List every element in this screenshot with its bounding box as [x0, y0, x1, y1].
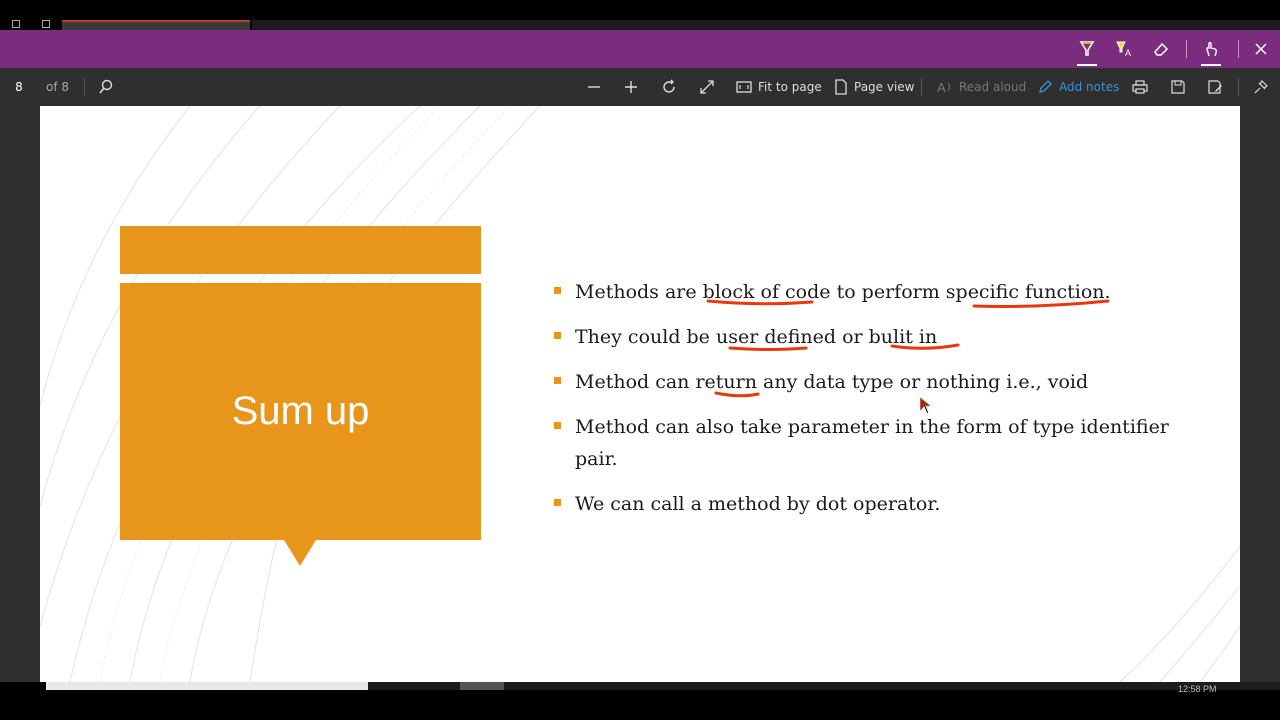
read-aloud-icon: A	[937, 80, 950, 95]
bullet-item: Method can also take parameter in the fo…	[552, 411, 1192, 475]
bullet-list: Methods are block of code to perform spe…	[552, 276, 1192, 533]
bullet-text: Method can also take parameter in the fo…	[575, 416, 1169, 470]
zoom-out-icon[interactable]	[586, 68, 602, 106]
page-view-button[interactable]: Page view	[834, 68, 915, 106]
tab-active-pdf[interactable]	[62, 20, 250, 30]
title-callout-pointer	[284, 540, 316, 566]
bullet-marker	[554, 377, 561, 384]
search-icon[interactable]	[98, 68, 114, 106]
eraser-icon[interactable]	[1145, 30, 1177, 68]
highlight-text-icon[interactable]: A	[1108, 30, 1140, 68]
system-clock: 12:58 PM	[1178, 684, 1217, 694]
touch-writing-icon[interactable]	[1195, 30, 1227, 68]
page-count-label: of 8	[46, 80, 70, 94]
pdf-toolbar: 8 of 8 Fit to page Page view A Read alou…	[0, 68, 1280, 106]
pen-icon	[1039, 80, 1052, 93]
svg-text:A: A	[937, 80, 946, 95]
read-aloud-button[interactable]: A Read aloud	[937, 68, 1026, 106]
full-screen-icon[interactable]	[699, 68, 715, 106]
taskbar-active-app[interactable]	[460, 682, 504, 690]
bullet-text: We can call a method by dot operator.	[575, 493, 941, 515]
fit-to-page-button[interactable]: Fit to page	[736, 68, 822, 106]
slide-title-box: Sum up	[120, 283, 481, 540]
browser-tab-strip	[0, 0, 1280, 30]
taskbar-strip	[368, 682, 1280, 690]
bullet-item: Methods are block of code to perform spe…	[552, 276, 1192, 308]
draw-highlighter-icon[interactable]	[1071, 30, 1103, 68]
close-icon[interactable]	[1245, 30, 1277, 68]
document-viewport[interactable]: Sum up Methods are block of code to perf…	[0, 106, 1280, 682]
window-menu-icon[interactable]	[12, 20, 20, 28]
save-icon[interactable]	[1170, 68, 1186, 106]
bullet-text: Methods are block of code to perform spe…	[575, 281, 1111, 303]
bullet-item: Method can return any data type or nothi…	[552, 366, 1192, 398]
page-view-label: Page view	[854, 80, 915, 94]
ink-ribbon: A	[0, 30, 1280, 68]
title-accent-band	[120, 226, 481, 274]
bullet-marker	[554, 422, 561, 429]
rotate-icon[interactable]	[661, 68, 677, 106]
read-aloud-label: Read aloud	[959, 80, 1027, 94]
print-icon[interactable]	[1132, 68, 1148, 106]
svg-text:A: A	[1125, 48, 1131, 58]
fit-to-page-icon	[736, 81, 752, 93]
slide-title: Sum up	[231, 389, 370, 433]
tab-preview-icon[interactable]	[42, 20, 50, 28]
fit-to-page-label: Fit to page	[758, 80, 822, 94]
scrollbar-track[interactable]	[46, 682, 368, 690]
tab-strip-empty	[252, 20, 1280, 30]
mouse-cursor-icon	[919, 396, 933, 415]
add-notes-label: Add notes	[1059, 80, 1120, 94]
bullet-marker	[554, 332, 561, 339]
taskbar: 12:58 PM	[0, 682, 1280, 720]
page-number-input[interactable]: 8	[6, 68, 32, 106]
zoom-in-icon[interactable]	[623, 68, 639, 106]
pdf-page: Sum up Methods are block of code to perf…	[40, 106, 1240, 682]
bullet-marker	[554, 287, 561, 294]
bullet-text: They could be user defined or bulit in	[575, 326, 938, 348]
page-number-value: 8	[15, 80, 23, 94]
page-view-icon	[835, 79, 847, 95]
save-as-icon[interactable]	[1207, 68, 1223, 106]
bullet-text: Method can return any data type or nothi…	[575, 371, 1089, 393]
bullet-item: We can call a method by dot operator.	[552, 488, 1192, 520]
add-notes-button[interactable]: Add notes	[1037, 68, 1119, 106]
bullet-item: They could be user defined or bulit in	[552, 321, 1192, 353]
settings-pin-icon[interactable]	[1253, 68, 1269, 106]
bullet-marker	[554, 499, 561, 506]
